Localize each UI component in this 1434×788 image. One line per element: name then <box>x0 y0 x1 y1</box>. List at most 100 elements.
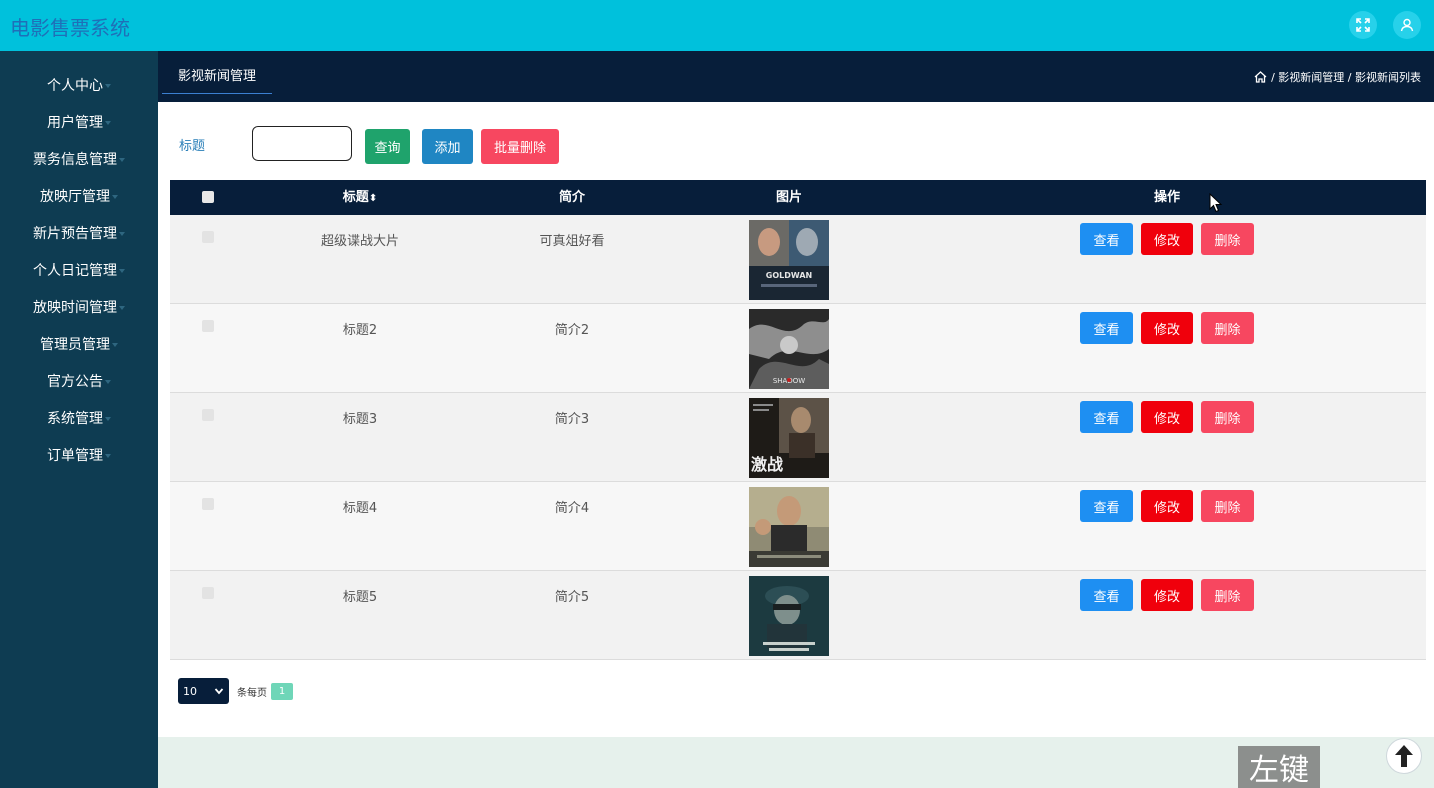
sidebar-item-label: 放映时间管理 <box>33 299 117 316</box>
edit-button[interactable]: 修改 <box>1141 490 1193 522</box>
row-intro: 简介2 <box>554 323 590 338</box>
poster-caption: 激战 <box>751 455 783 474</box>
caret-down-icon <box>112 194 118 199</box>
row-checkbox[interactable] <box>202 409 214 421</box>
row-intro: 可真俎好看 <box>539 234 605 249</box>
mouse-cursor-icon <box>1209 193 1223 213</box>
sidebar-item-showtimes[interactable]: 放映时间管理 <box>0 288 158 325</box>
row-title: 标题5 <box>342 590 378 605</box>
user-icon[interactable] <box>1393 11 1421 39</box>
query-button[interactable]: 查询 <box>365 129 410 164</box>
poster-image <box>749 487 829 567</box>
column-header-actions: 操作 <box>1153 190 1180 205</box>
per-page-label: 条每页 <box>237 687 267 699</box>
sidebar-item-label: 系统管理 <box>47 410 103 427</box>
column-header-image: 图片 <box>775 190 802 205</box>
sidebar-item-halls[interactable]: 放映厅管理 <box>0 177 158 214</box>
sidebar-item-label: 管理员管理 <box>40 336 110 353</box>
table-row: 标题2 简介2 SHADOW 查看 修改 删除 <box>170 304 1426 393</box>
delete-button[interactable]: 删除 <box>1201 401 1254 433</box>
key-hint-overlay: 左键 <box>1238 746 1320 788</box>
table-row: 标题4 简介4 查看 修改 删除 <box>170 482 1426 571</box>
breadcrumb: / 影视新闻管理 / 影视新闻列表 <box>1254 69 1421 85</box>
row-checkbox[interactable] <box>202 498 214 510</box>
main-content: 标题 查询 添加 批量删除 标题⬍ 简介 图片 操作 超级谍战大片 可真俎好看 … <box>158 102 1434 737</box>
caret-down-icon <box>105 83 111 88</box>
sidebar-item-personal-center[interactable]: 个人中心 <box>0 66 158 103</box>
table-row: 标题5 简介5 查看 修改 删除 <box>170 571 1426 660</box>
caret-down-icon <box>105 379 111 384</box>
sidebar: 个人中心 用户管理 票务信息管理 放映厅管理 新片预告管理 个人日记管理 放映时… <box>0 51 158 788</box>
arrow-up-icon <box>1395 745 1413 767</box>
column-header-intro: 简介 <box>558 190 585 205</box>
caret-down-icon <box>119 305 125 310</box>
scroll-to-top-button[interactable] <box>1386 738 1422 774</box>
column-header-title[interactable]: 标题⬍ <box>320 180 400 215</box>
row-checkbox[interactable] <box>202 320 214 332</box>
view-button[interactable]: 查看 <box>1080 401 1133 433</box>
sidebar-item-system[interactable]: 系统管理 <box>0 399 158 436</box>
sub-header: 影视新闻管理 / 影视新闻管理 / 影视新闻列表 <box>158 51 1434 102</box>
sidebar-item-label: 官方公告 <box>47 373 103 390</box>
table-row: 标题3 简介3 激战 查看 修改 删除 <box>170 393 1426 482</box>
table-row: 超级谍战大片 可真俎好看 GOLDWAN 查看 修改 删除 <box>170 215 1426 304</box>
poster-image: 激战 <box>749 398 829 478</box>
sidebar-item-trailers[interactable]: 新片预告管理 <box>0 214 158 251</box>
caret-down-icon <box>112 342 118 347</box>
sidebar-item-announcements[interactable]: 官方公告 <box>0 362 158 399</box>
sidebar-item-label: 用户管理 <box>47 114 103 131</box>
sidebar-item-diary[interactable]: 个人日记管理 <box>0 251 158 288</box>
search-title-input[interactable] <box>252 126 352 161</box>
sidebar-item-users[interactable]: 用户管理 <box>0 103 158 140</box>
delete-button[interactable]: 删除 <box>1201 312 1254 344</box>
sidebar-item-label: 个人日记管理 <box>33 262 117 279</box>
delete-button[interactable]: 删除 <box>1201 490 1254 522</box>
caret-down-icon <box>105 416 111 421</box>
sidebar-item-label: 个人中心 <box>47 77 103 94</box>
row-intro: 简介3 <box>554 412 590 427</box>
caret-down-icon <box>105 453 111 458</box>
tab-news-management[interactable]: 影视新闻管理 <box>162 64 272 94</box>
breadcrumb-path: / 影视新闻管理 / 影视新闻列表 <box>1271 71 1421 84</box>
poster-image <box>749 576 829 656</box>
edit-button[interactable]: 修改 <box>1141 579 1193 611</box>
table-header: 标题⬍ 简介 图片 操作 <box>170 180 1426 215</box>
sidebar-item-tickets[interactable]: 票务信息管理 <box>0 140 158 177</box>
poster-image: GOLDWAN <box>749 220 829 300</box>
view-button[interactable]: 查看 <box>1080 490 1133 522</box>
view-button[interactable]: 查看 <box>1080 579 1133 611</box>
delete-button[interactable]: 删除 <box>1201 579 1254 611</box>
delete-button[interactable]: 删除 <box>1201 223 1254 255</box>
edit-button[interactable]: 修改 <box>1141 312 1193 344</box>
sort-icon[interactable]: ⬍ <box>369 193 377 204</box>
sidebar-item-label: 新片预告管理 <box>33 225 117 242</box>
sidebar-item-label: 票务信息管理 <box>33 151 117 168</box>
row-title: 标题4 <box>342 501 378 516</box>
row-title: 标题2 <box>342 323 378 338</box>
row-intro: 简介5 <box>554 590 590 605</box>
bulk-delete-button[interactable]: 批量删除 <box>481 129 559 164</box>
row-title: 超级谍战大片 <box>320 234 399 249</box>
page-size-select[interactable]: 10 <box>178 678 229 704</box>
caret-down-icon <box>119 157 125 162</box>
sidebar-item-admins[interactable]: 管理员管理 <box>0 325 158 362</box>
select-all-checkbox[interactable] <box>202 191 214 203</box>
page-button-1[interactable]: 1 <box>271 682 293 700</box>
caret-down-icon <box>119 231 125 236</box>
expand-icon[interactable] <box>1349 11 1377 39</box>
page-size-value: 10 <box>183 684 197 698</box>
row-intro: 简介4 <box>554 501 590 516</box>
home-icon[interactable] <box>1254 71 1267 83</box>
row-checkbox[interactable] <box>202 231 214 243</box>
sidebar-item-orders[interactable]: 订单管理 <box>0 436 158 473</box>
edit-button[interactable]: 修改 <box>1141 401 1193 433</box>
caret-down-icon <box>119 268 125 273</box>
poster-caption: GOLDWAN <box>766 271 812 280</box>
add-button[interactable]: 添加 <box>422 129 473 164</box>
row-checkbox[interactable] <box>202 587 214 599</box>
edit-button[interactable]: 修改 <box>1141 223 1193 255</box>
search-title-label: 标题 <box>179 139 206 154</box>
view-button[interactable]: 查看 <box>1080 223 1133 255</box>
view-button[interactable]: 查看 <box>1080 312 1133 344</box>
sidebar-item-label: 订单管理 <box>47 447 103 464</box>
